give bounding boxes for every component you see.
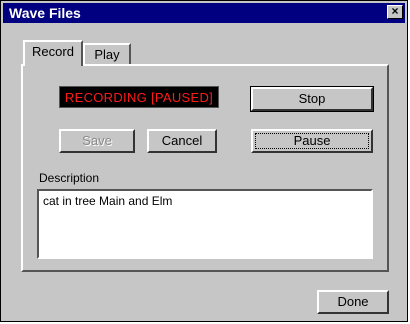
stop-button[interactable]: Stop (250, 86, 374, 112)
wave-files-dialog: Wave Files × Record Play RECORDING [PAUS… (0, 0, 408, 322)
description-textarea[interactable]: cat in tree Main and Elm (37, 189, 373, 259)
window-title: Wave Files (9, 5, 81, 21)
title-bar[interactable]: Wave Files × (3, 3, 405, 23)
pause-button[interactable]: Pause (251, 129, 373, 153)
tab-record[interactable]: Record (23, 40, 83, 66)
close-icon[interactable]: × (387, 5, 403, 19)
description-label: Description (39, 171, 100, 185)
done-button[interactable]: Done (317, 290, 389, 314)
save-button[interactable]: Save (59, 129, 135, 153)
recording-status-display: RECORDING [PAUSED] (59, 86, 219, 108)
focus-rectangle (255, 133, 369, 149)
cancel-button[interactable]: Cancel (147, 129, 217, 153)
